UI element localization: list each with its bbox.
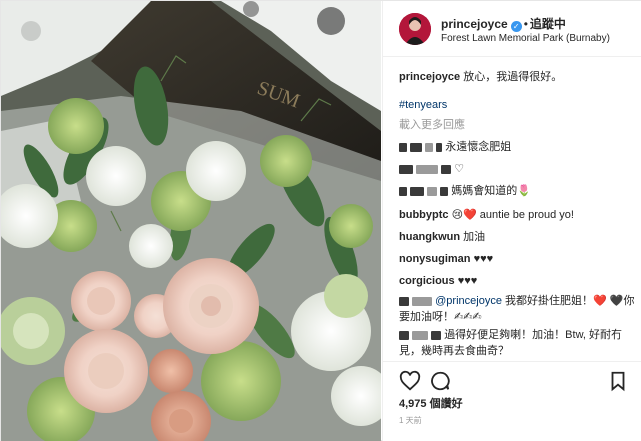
location-link[interactable]: Forest Lawn Memorial Park (Burnaby): [441, 33, 610, 44]
caption-text: 放心，我過得很好。: [463, 71, 563, 83]
likes-count[interactable]: 4,975 個讚好: [399, 395, 463, 411]
caption-username[interactable]: princejoyce: [399, 71, 460, 83]
comment-item: ♡: [399, 161, 635, 177]
post-side-panel: princejoyce ✓ • 追蹤中 Forest Lawn Memorial Pa…: [382, 1, 641, 441]
redacted-username: [399, 330, 409, 340]
comment-item: huangkwun 加油: [399, 229, 635, 245]
caption: princejoyce 放心，我過得很好。: [399, 69, 635, 85]
comment-item: 過得好便足夠喇！加油！Btw, 好耐冇見，幾時再去食曲奇？: [399, 327, 635, 359]
comment-text: ♥♥♥: [473, 253, 494, 265]
header-username[interactable]: princejoyce: [441, 17, 508, 31]
comment-text: ♥♥♥: [457, 275, 478, 287]
comment-text: ♡: [454, 163, 465, 175]
comment-item: @princejoyce 我都好掛住肥姐！❤️ 🖤你要加油呀！✍✍✍: [399, 293, 635, 325]
comment-item: 媽媽會知道的🌷: [399, 183, 635, 199]
flower-bouquet-image: SUM: [1, 1, 381, 441]
post-header: princejoyce ✓ • 追蹤中 Forest Lawn Memorial Pa…: [383, 1, 641, 57]
comment-text: 😢❤️ auntie be proud yo!: [451, 209, 574, 221]
comment-username[interactable]: huangkwun: [399, 231, 460, 243]
comment-username[interactable]: nonysugiman: [399, 253, 471, 265]
comment-mention-link[interactable]: @princejoyce: [435, 295, 502, 307]
redacted-username: [399, 186, 407, 196]
redacted-username: [399, 164, 413, 174]
redacted-username: [399, 296, 409, 306]
hashtag-link[interactable]: #tenyears: [399, 97, 635, 113]
comment-text: 永遠懷念肥姐: [445, 141, 512, 153]
comment-item: nonysugiman ♥♥♥: [399, 251, 635, 267]
redacted-username: [399, 142, 407, 152]
comment-item: bubbyptc 😢❤️ auntie be proud yo!: [399, 207, 635, 223]
comment-icon[interactable]: [429, 370, 451, 392]
comment-item: 永遠懷念肥姐: [399, 139, 635, 155]
verified-badge-icon: ✓: [510, 21, 522, 32]
comment-text: 加油: [463, 231, 486, 243]
comment-item: corgicious ♥♥♥: [399, 273, 635, 289]
post-photo[interactable]: SUM: [1, 1, 381, 441]
avatar[interactable]: [399, 13, 431, 45]
post-timestamp: 1 天前: [399, 416, 422, 425]
comment-username[interactable]: corgicious: [399, 275, 455, 287]
load-more-comments-button[interactable]: 載入更多回應: [399, 117, 635, 133]
comment-username[interactable]: bubbyptc: [399, 209, 449, 221]
heart-icon[interactable]: [399, 370, 421, 392]
follow-button[interactable]: 追蹤中: [530, 17, 566, 31]
comment-text: 媽媽會知道的🌷: [451, 185, 531, 197]
avatar-image: [399, 13, 431, 45]
header-line: princejoyce ✓ • 追蹤中: [441, 17, 566, 32]
instagram-post: SUM princejoyce ✓ • 追蹤中 Forest Lawn Memo…: [0, 0, 641, 441]
bookmark-icon[interactable]: [607, 370, 629, 392]
